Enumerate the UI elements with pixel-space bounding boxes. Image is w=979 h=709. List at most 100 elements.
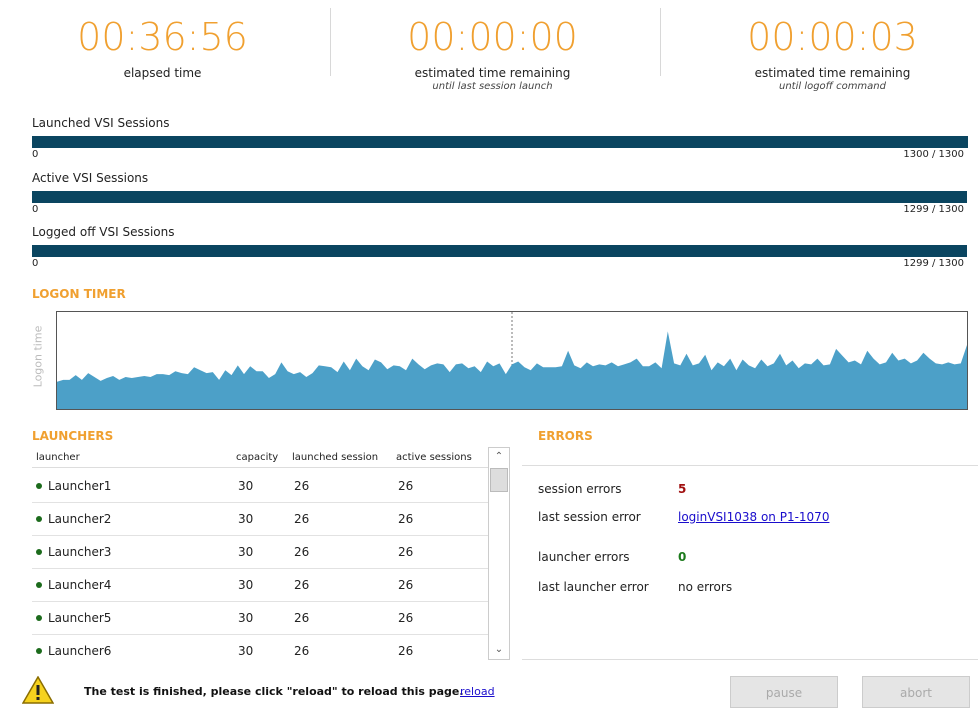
launcher-name: Launcher1 [36, 479, 111, 493]
elapsed-timer: 00:36:56 elapsed time [0, 0, 325, 80]
launcher-capacity: 30 [238, 512, 254, 526]
session-errors-value: 5 [678, 482, 687, 496]
scroll-down-button[interactable]: ⌄ [489, 641, 509, 659]
launcher-errors-row: launcher errors 0 [538, 550, 686, 564]
launcher-capacity: 30 [238, 644, 254, 657]
progress-min: 0 [32, 204, 39, 215]
last-launcher-error-row: last launcher error no errors [538, 580, 732, 594]
launched-sessions-progress: Launched VSI Sessions 0 1300 / 1300 [32, 116, 968, 162]
launcher-launched: 26 [294, 611, 310, 625]
header-capacity[interactable]: capacity [236, 452, 278, 463]
progress-title: Active VSI Sessions [32, 171, 149, 185]
progress-min: 0 [32, 258, 39, 269]
elapsed-time-label: elapsed time [123, 66, 202, 80]
launcher-name: Launcher6 [36, 644, 111, 657]
errors-bottom-divider [522, 659, 978, 660]
header-active-sessions[interactable]: active sessions [396, 452, 472, 463]
divider [660, 8, 661, 76]
remaining-logoff-timer: 00:00:03 estimated time remaining until … [670, 0, 979, 92]
status-dot-icon [36, 548, 42, 555]
launcher-name-label: Launcher5 [48, 611, 112, 625]
session-errors-label: session errors [538, 482, 622, 496]
launcher-capacity: 30 [238, 578, 254, 592]
last-session-error-link[interactable]: loginVSI1038 on P1-1070 [678, 510, 829, 524]
remaining-launch-sub: until last session launch [432, 81, 553, 92]
launcher-row[interactable]: Launcher5 30 26 26 [32, 601, 488, 635]
footer-bar: The test is finished, please click "relo… [0, 668, 979, 708]
launcher-capacity: 30 [238, 479, 254, 493]
session-errors-row: session errors 5 [538, 482, 686, 496]
header-launcher[interactable]: launcher [36, 452, 80, 463]
logon-timer-svg [57, 312, 967, 409]
launcher-errors-value: 0 [678, 550, 687, 564]
scroll-thumb[interactable] [490, 468, 508, 492]
launcher-name: Launcher3 [36, 545, 111, 559]
launcher-errors-label: launcher errors [538, 550, 630, 564]
launcher-name-label: Launcher3 [48, 545, 112, 559]
launcher-capacity: 30 [238, 545, 254, 559]
launchers-table-header: launcher capacity launched session activ… [32, 447, 488, 468]
launcher-active: 26 [398, 479, 414, 493]
launcher-launched: 26 [294, 578, 310, 592]
launcher-active: 26 [398, 545, 414, 559]
status-dot-icon [36, 581, 42, 588]
logon-series-area [57, 331, 967, 409]
progress-max: 1299 / 1300 [903, 258, 964, 269]
launcher-active: 26 [398, 578, 414, 592]
launcher-capacity: 30 [238, 611, 254, 625]
launcher-launched: 26 [294, 479, 310, 493]
logon-timer-title: LOGON TIMER [32, 287, 126, 301]
launcher-active: 26 [398, 644, 414, 657]
launcher-launched: 26 [294, 512, 310, 526]
launchers-table: launcher capacity launched session activ… [32, 447, 488, 657]
launcher-active: 26 [398, 611, 414, 625]
header-launched-session[interactable]: launched session [292, 452, 378, 463]
y-axis-label: Logon time [31, 325, 45, 388]
launcher-row[interactable]: Launcher1 30 26 26 [32, 469, 488, 503]
launcher-row[interactable]: Launcher3 30 26 26 [32, 535, 488, 569]
status-dot-icon [36, 614, 42, 621]
errors-title: ERRORS [538, 429, 593, 443]
launcher-name-label: Launcher4 [48, 578, 112, 592]
status-dot-icon [36, 647, 42, 654]
remaining-logoff-sub: until logoff command [778, 81, 886, 92]
launchers-scrollbar[interactable]: ⌃ ⌄ [488, 447, 510, 660]
pause-button[interactable]: pause [730, 676, 838, 708]
launcher-launched: 26 [294, 644, 310, 657]
finished-message: The test is finished, please click "relo… [84, 685, 464, 698]
status-dot-icon [36, 515, 42, 522]
launcher-launched: 26 [294, 545, 310, 559]
progress-bar [32, 245, 968, 257]
progress-max: 1299 / 1300 [903, 204, 964, 215]
remaining-launch-timer: 00:00:00 estimated time remaining until … [330, 0, 655, 92]
progress-title: Logged off VSI Sessions [32, 225, 175, 239]
abort-button[interactable]: abort [862, 676, 970, 708]
remaining-logoff-label: estimated time remaining [754, 66, 911, 80]
launcher-row[interactable]: Launcher2 30 26 26 [32, 502, 488, 536]
launcher-active: 26 [398, 512, 414, 526]
status-dot-icon [36, 482, 42, 489]
errors-divider [522, 465, 978, 466]
last-session-error-row: last session error loginVSI1038 on P1-107… [538, 510, 829, 524]
remaining-launch-label: estimated time remaining [414, 66, 571, 80]
progress-bar [32, 191, 968, 203]
launcher-name-label: Launcher6 [48, 644, 112, 657]
launcher-name-label: Launcher1 [48, 479, 112, 493]
reload-link[interactable]: reload [460, 685, 495, 698]
launcher-name: Launcher2 [36, 512, 111, 526]
progress-bar [32, 136, 968, 148]
launcher-row[interactable]: Launcher4 30 26 26 [32, 568, 488, 602]
launchers-title: LAUNCHERS [32, 429, 114, 443]
launcher-name: Launcher4 [36, 578, 111, 592]
last-session-error-label: last session error [538, 510, 641, 524]
progress-min: 0 [32, 149, 39, 160]
remaining-launch-value: 00:00:00 [407, 15, 578, 59]
warning-icon [22, 676, 54, 704]
progress-max: 1300 / 1300 [903, 149, 964, 160]
logon-timer-chart [56, 311, 968, 410]
launcher-row[interactable]: Launcher6 30 26 26 [32, 634, 488, 657]
scroll-up-button[interactable]: ⌃ [489, 448, 509, 466]
elapsed-time-value: 00:36:56 [77, 15, 248, 59]
progress-title: Launched VSI Sessions [32, 116, 170, 130]
last-launcher-error-value: no errors [678, 580, 733, 594]
